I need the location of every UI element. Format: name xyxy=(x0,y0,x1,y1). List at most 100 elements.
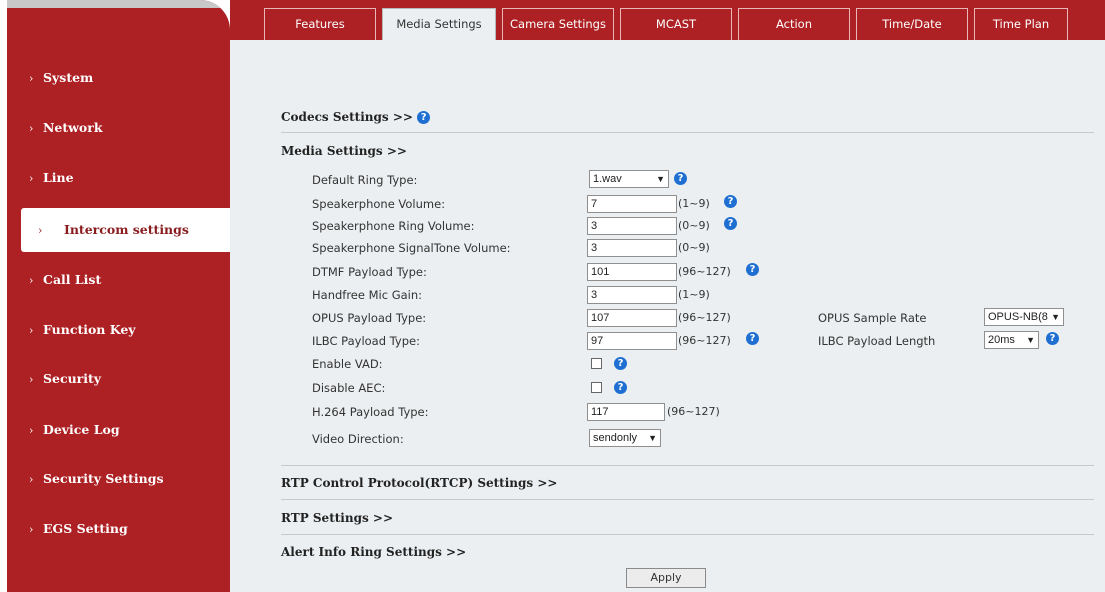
tab-action[interactable]: Action xyxy=(738,8,850,40)
sidebar-item-label: Intercom settings xyxy=(64,222,189,237)
opus-payload-type-input[interactable]: 107 xyxy=(587,309,677,327)
tab-time-plan[interactable]: Time Plan xyxy=(974,8,1068,40)
help-icon[interactable]: ? xyxy=(1046,332,1059,345)
select-value: OPUS-NB(8 xyxy=(988,311,1048,323)
chevron-right-icon: › xyxy=(29,523,34,536)
disable-aec-checkbox[interactable] xyxy=(591,382,602,393)
default-ring-type-row: Default Ring Type: 1.wav ▼ ? xyxy=(230,170,1105,192)
range-hint: (1~9) xyxy=(678,288,710,301)
field-label: Speakerphone Ring Volume: xyxy=(312,219,475,233)
tab-media-settings[interactable]: Media Settings xyxy=(382,8,496,40)
alert-info-ring-settings-header[interactable]: Alert Info Ring Settings >> xyxy=(281,545,466,559)
sidebar-item-network[interactable]: › Network xyxy=(7,106,230,150)
sidebar-item-system[interactable]: › System xyxy=(7,56,230,100)
tab-label: Features xyxy=(295,17,345,31)
range-hint: (1~9) xyxy=(678,197,710,210)
field-label: Speakerphone Volume: xyxy=(312,197,446,211)
section-title: RTP Settings >> xyxy=(281,511,393,525)
sidebar-item-label: Security Settings xyxy=(43,471,164,486)
sidebar-item-label: EGS Setting xyxy=(43,521,128,536)
speakerphone-signaltone-volume-input[interactable]: 3 xyxy=(587,239,677,257)
ilbc-payload-type-row: ILBC Payload Type: 97 (96~127) ? ILBC Pa… xyxy=(230,331,1105,353)
sidebar-item-call-list[interactable]: › Call List xyxy=(7,258,230,302)
sidebar-item-label: Network xyxy=(43,120,103,135)
help-icon[interactable]: ? xyxy=(724,195,737,208)
ilbc-payload-length-select[interactable]: 20ms ▼ xyxy=(984,331,1039,349)
sidebar-item-function-key[interactable]: › Function Key xyxy=(7,308,230,352)
chevron-right-icon: › xyxy=(29,172,34,185)
field-label: OPUS Payload Type: xyxy=(312,311,427,325)
media-settings-header[interactable]: Media Settings >> xyxy=(281,144,407,158)
tab-label: MCAST xyxy=(655,17,697,31)
divider xyxy=(281,499,1094,500)
apply-button[interactable]: Apply xyxy=(626,568,706,588)
help-icon[interactable]: ? xyxy=(614,381,627,394)
chevron-right-icon: › xyxy=(29,324,34,337)
sidebar-item-device-log[interactable]: › Device Log xyxy=(7,408,230,452)
select-value: sendonly xyxy=(593,432,638,444)
video-direction-row: Video Direction: sendonly ▼ xyxy=(230,429,1105,451)
chevron-right-icon: › xyxy=(29,122,34,135)
speakerphone-signaltone-volume-row: Speakerphone SignalTone Volume: 3 (0~9) xyxy=(230,238,1105,260)
field-label: H.264 Payload Type: xyxy=(312,405,429,419)
rtcp-settings-header[interactable]: RTP Control Protocol(RTCP) Settings >> xyxy=(281,476,557,490)
help-icon[interactable]: ? xyxy=(417,111,431,124)
dtmf-payload-type-input[interactable]: 101 xyxy=(587,263,677,281)
speakerphone-ring-volume-input[interactable]: 3 xyxy=(587,217,677,235)
help-icon[interactable]: ? xyxy=(614,357,627,370)
range-hint: (96~127) xyxy=(678,311,731,324)
h264-payload-type-input[interactable]: 117 xyxy=(587,403,665,421)
field-label: ILBC Payload Length xyxy=(818,334,936,348)
media-settings-panel: Codecs Settings >> ? Media Settings >> D… xyxy=(230,40,1105,592)
handfree-mic-gain-row: Handfree Mic Gain: 3 (1~9) xyxy=(230,285,1105,307)
help-icon[interactable]: ? xyxy=(746,263,759,276)
sidebar-item-security-settings[interactable]: › Security Settings xyxy=(7,457,230,501)
opus-sample-rate-select[interactable]: OPUS-NB(8 ▼ xyxy=(984,308,1064,326)
sidebar-item-label: Security xyxy=(43,371,102,386)
help-icon[interactable]: ? xyxy=(724,217,737,230)
disable-aec-row: Disable AEC: ? xyxy=(230,378,1105,400)
enable-vad-checkbox[interactable] xyxy=(591,358,602,369)
tab-camera-settings[interactable]: Camera Settings xyxy=(502,8,614,40)
codecs-settings-header[interactable]: Codecs Settings >> ? xyxy=(281,110,431,124)
chevron-down-icon: ▼ xyxy=(656,174,665,184)
field-label: Enable VAD: xyxy=(312,357,383,371)
tab-label: Action xyxy=(775,17,813,31)
handfree-mic-gain-input[interactable]: 3 xyxy=(587,286,677,304)
ilbc-payload-type-input[interactable]: 97 xyxy=(587,332,677,350)
chevron-down-icon: ▼ xyxy=(1026,335,1035,345)
video-direction-select[interactable]: sendonly ▼ xyxy=(589,429,661,447)
default-ring-type-select[interactable]: 1.wav ▼ xyxy=(589,170,669,188)
help-icon[interactable]: ? xyxy=(674,172,687,185)
tab-label: Time Plan xyxy=(992,17,1050,31)
tab-mcast[interactable]: MCAST xyxy=(620,8,732,40)
range-hint: (96~127) xyxy=(678,265,731,278)
sidebar-item-egs-setting[interactable]: › EGS Setting xyxy=(7,507,230,551)
field-label: Video Direction: xyxy=(312,432,404,446)
field-label: Handfree Mic Gain: xyxy=(312,288,423,302)
opus-payload-type-row: OPUS Payload Type: 107 (96~127) OPUS Sam… xyxy=(230,308,1105,330)
rtp-settings-header[interactable]: RTP Settings >> xyxy=(281,511,393,525)
sidebar-item-label: Call List xyxy=(43,272,102,287)
range-hint: (0~9) xyxy=(678,241,710,254)
chevron-down-icon: ▼ xyxy=(1051,312,1060,322)
select-value: 1.wav xyxy=(593,173,622,185)
speakerphone-volume-row: Speakerphone Volume: 7 (1~9) ? xyxy=(230,194,1105,216)
sidebar-item-line[interactable]: › Line xyxy=(7,156,230,200)
help-icon[interactable]: ? xyxy=(746,332,759,345)
tab-time-date[interactable]: Time/Date xyxy=(856,8,968,40)
speakerphone-volume-input[interactable]: 7 xyxy=(587,195,677,213)
chevron-right-icon: › xyxy=(29,373,34,386)
tab-features[interactable]: Features xyxy=(264,8,376,40)
sidebar-item-intercom-settings[interactable]: › Intercom settings xyxy=(21,208,230,252)
sidebar-item-label: System xyxy=(43,70,94,85)
field-label: DTMF Payload Type: xyxy=(312,265,427,279)
sidebar-item-security[interactable]: › Security xyxy=(7,357,230,401)
range-hint: (0~9) xyxy=(678,219,710,232)
field-label: Speakerphone SignalTone Volume: xyxy=(312,241,511,255)
tab-label: Media Settings xyxy=(396,17,482,31)
range-hint: (96~127) xyxy=(678,334,731,347)
speakerphone-ring-volume-row: Speakerphone Ring Volume: 3 (0~9) ? xyxy=(230,216,1105,238)
chevron-right-icon: › xyxy=(29,72,34,85)
divider xyxy=(281,465,1094,466)
